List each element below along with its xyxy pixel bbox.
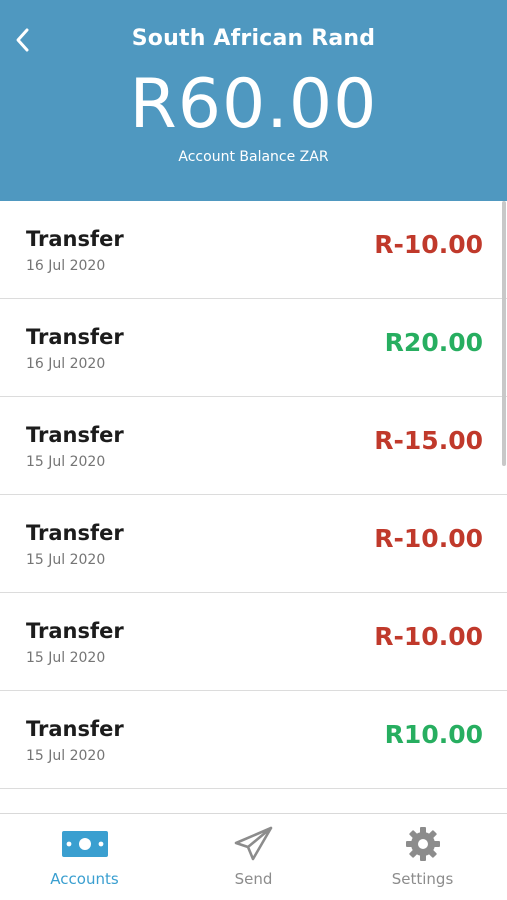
nav-accounts[interactable]: Accounts (0, 814, 169, 900)
transaction-row[interactable]: Transfer 16 Jul 2020 R20.00 (0, 299, 507, 397)
transaction-row[interactable]: Transfer 16 Jul 2020 R-10.00 (0, 201, 507, 299)
transaction-amount: R-10.00 (374, 622, 483, 651)
transaction-amount: R-10.00 (374, 524, 483, 553)
scrollbar-thumb[interactable] (502, 201, 506, 466)
transaction-date: 15 Jul 2020 (26, 650, 106, 666)
app-screen: South African Rand R60.00 Account Balanc… (0, 0, 507, 900)
transaction-title: Transfer (26, 717, 124, 741)
transaction-amount: R10.00 (384, 720, 483, 749)
transaction-date: 16 Jul 2020 (26, 356, 106, 372)
transaction-title: Transfer (26, 423, 124, 447)
transaction-row[interactable]: Transfer 15 Jul 2020 R-15.00 (0, 397, 507, 495)
transaction-title: Transfer (26, 227, 124, 251)
balance-label: Account Balance ZAR (178, 149, 329, 165)
transaction-row[interactable]: Transfer 15 Jul 2020 R-10.00 (0, 495, 507, 593)
transaction-row-partial[interactable] (0, 789, 507, 813)
transaction-amount: R20.00 (384, 328, 483, 357)
transaction-row[interactable]: Transfer 15 Jul 2020 R10.00 (0, 691, 507, 789)
nav-send-label: Send (234, 870, 273, 888)
transaction-amount: R-15.00 (374, 426, 483, 455)
account-header: South African Rand R60.00 Account Balanc… (0, 0, 507, 201)
transaction-title: Transfer (26, 521, 124, 545)
transaction-row[interactable]: Transfer 15 Jul 2020 R-10.00 (0, 593, 507, 691)
transaction-date: 15 Jul 2020 (26, 454, 106, 470)
transaction-list[interactable]: Transfer 16 Jul 2020 R-10.00 Transfer 16… (0, 201, 507, 813)
nav-accounts-label: Accounts (50, 870, 119, 888)
nav-settings[interactable]: Settings (338, 814, 507, 900)
bottom-navigation: Accounts Send Settings (0, 813, 507, 900)
currency-title: South African Rand (131, 26, 376, 51)
account-balance: R60.00 (129, 65, 378, 144)
transaction-date: 16 Jul 2020 (26, 258, 106, 274)
transaction-amount: R-10.00 (374, 230, 483, 259)
transaction-title: Transfer (26, 325, 124, 349)
banknote-icon (61, 831, 108, 857)
paper-plane-icon (234, 826, 272, 861)
nav-settings-label: Settings (391, 870, 454, 888)
gear-icon (405, 827, 440, 861)
transaction-date: 15 Jul 2020 (26, 552, 106, 568)
nav-send[interactable]: Send (169, 814, 338, 900)
transaction-date: 15 Jul 2020 (26, 748, 106, 764)
transaction-title: Transfer (26, 619, 124, 643)
